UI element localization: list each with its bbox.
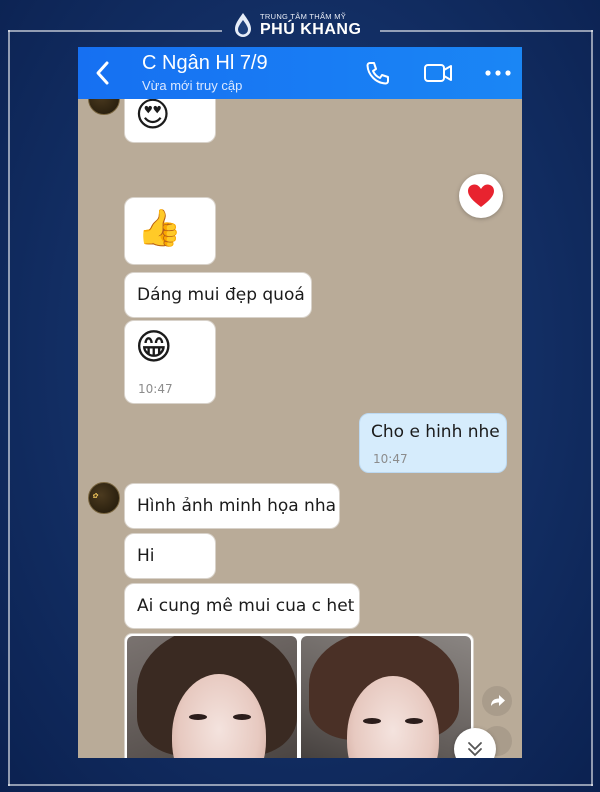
contact-avatar[interactable]	[88, 99, 120, 115]
phone-icon[interactable]	[364, 59, 392, 87]
sticker-message[interactable]: 😍	[124, 99, 216, 143]
message-text: Ai cung mê mui cua c het	[137, 596, 355, 616]
message-time: 10:47	[373, 452, 408, 466]
chat-header: C Ngân Hl 7/9 Vừa mới truy cập	[78, 47, 522, 99]
avatar-initials: ✿	[92, 492, 98, 500]
photo-thumbnail[interactable]	[301, 636, 471, 758]
photo-eye	[233, 714, 251, 720]
photo-thumbnail[interactable]	[127, 636, 297, 758]
text-message[interactable]: Hình ảnh minh họa nha	[124, 483, 340, 529]
more-options-icon[interactable]	[483, 59, 513, 87]
frame-border-right	[591, 30, 593, 786]
share-icon	[491, 695, 505, 706]
message-text: Hi	[137, 546, 155, 566]
my-text-message[interactable]: Cho e hinh nhe 10:47	[359, 413, 507, 473]
photo-eye	[405, 718, 423, 724]
sticker-message[interactable]: 👍	[124, 197, 216, 265]
photo-message[interactable]	[124, 633, 474, 758]
sticker-message[interactable]: 😁 10:47	[124, 320, 216, 404]
contact-status: Vừa mới truy cập	[142, 78, 243, 93]
brand-tagline: TRUNG TÂM THẨM MỸ	[260, 12, 347, 21]
brand-name: PHÚ KHANG	[260, 21, 362, 38]
video-call-icon[interactable]	[422, 59, 454, 87]
brand-logo-icon	[235, 13, 251, 37]
heart-icon	[468, 184, 494, 207]
text-message[interactable]: Dáng mui đẹp quoá	[124, 272, 312, 318]
chat-screen: C Ngân Hl 7/9 Vừa mới truy cập 😍 👍 Dáng …	[78, 47, 522, 758]
message-text: Cho e hinh nhe	[371, 422, 500, 442]
message-text: Dáng mui đẹp quoá	[137, 285, 305, 305]
scroll-down-button[interactable]	[454, 728, 496, 758]
text-message[interactable]: Hi	[124, 533, 216, 579]
message-text: Hình ảnh minh họa nha	[137, 496, 337, 516]
chat-body[interactable]: 😍 👍 Dáng mui đẹp quoá 😁 10:47 Cho e hinh…	[78, 99, 522, 758]
message-time: 10:47	[138, 382, 173, 396]
back-arrow-icon[interactable]	[90, 59, 116, 87]
grinning-emoji: 😁	[135, 327, 173, 368]
contact-name[interactable]: C Ngân Hl 7/9	[142, 52, 268, 75]
heart-eyes-emoji: 😍	[135, 99, 171, 135]
text-message[interactable]: Ai cung mê mui cua c het	[124, 583, 360, 629]
brand-header: TRUNG TÂM THẨM MỸ PHÚ KHANG	[0, 6, 600, 44]
frame-border-left	[8, 30, 10, 786]
frame-border-bottom	[8, 784, 593, 786]
chevron-double-down-icon	[468, 742, 482, 757]
photo-eye	[189, 714, 207, 720]
heart-reaction-button[interactable]	[459, 174, 503, 218]
contact-avatar[interactable]: ✿	[88, 482, 120, 514]
share-button[interactable]	[482, 686, 512, 716]
photo-eye	[363, 718, 381, 724]
thumbs-up-emoji: 👍	[137, 208, 182, 249]
